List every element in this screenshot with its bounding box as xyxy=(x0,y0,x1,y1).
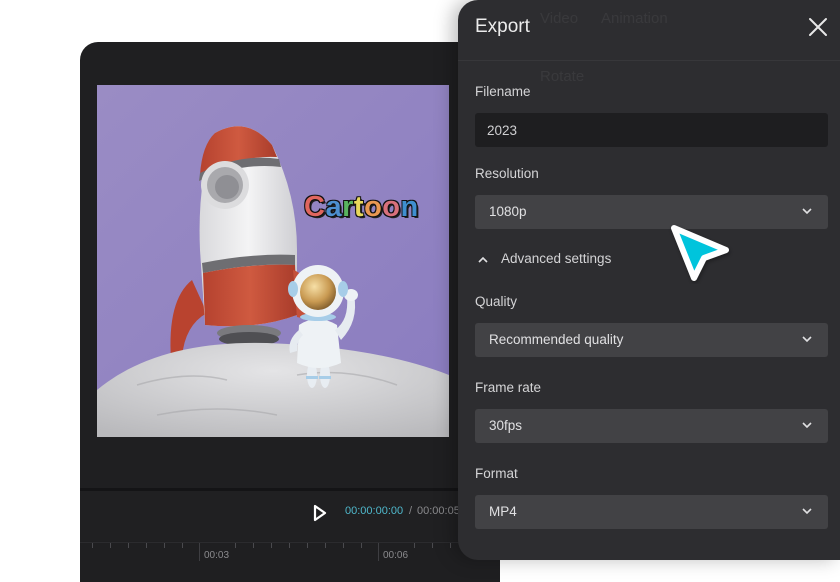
background-tab-animation: Animation xyxy=(601,10,668,27)
overlay-letter: t xyxy=(353,191,365,223)
ruler-tick xyxy=(414,543,415,548)
ruler-tick xyxy=(289,543,290,548)
export-panel: Video Animation Rotate Export Filename R… xyxy=(458,0,840,560)
close-icon xyxy=(809,18,827,36)
overlay-letter: o xyxy=(364,191,383,223)
chevron-up-icon xyxy=(478,256,488,263)
ruler-tick xyxy=(450,543,451,548)
overlay-letter: n xyxy=(400,191,419,223)
advanced-settings-toggle[interactable]: Advanced settings xyxy=(475,250,645,270)
overlay-letter: C xyxy=(304,191,326,223)
time-separator: / xyxy=(409,505,413,517)
frame-rate-select[interactable]: 30fps xyxy=(475,409,828,443)
resolution-label: Resolution xyxy=(475,166,539,181)
preview-scene-image xyxy=(97,85,449,437)
player-controls: 00:00:00:00 / 00:00:05 xyxy=(80,491,500,541)
quality-label: Quality xyxy=(475,294,518,309)
ruler-tick xyxy=(182,543,183,548)
format-select[interactable]: MP4 xyxy=(475,495,828,529)
ruler-tick xyxy=(271,543,272,548)
ruler-tick xyxy=(325,543,326,548)
chevron-down-icon xyxy=(802,508,812,515)
resolution-select[interactable]: 1080p xyxy=(475,195,828,229)
ruler-label: 00:03 xyxy=(204,550,230,561)
overlay-letter: o xyxy=(382,191,401,223)
video-editor-window: Cartoon 00:00:00:00 / 00:00:05 00:03 00:… xyxy=(80,42,500,582)
current-time: 00:00:00:00 xyxy=(345,505,404,517)
chevron-down-icon xyxy=(802,422,812,429)
frame-rate-label: Frame rate xyxy=(475,380,542,395)
ruler-tick xyxy=(307,543,308,548)
background-row-label: Rotate xyxy=(540,68,585,85)
ruler-label: 00:06 xyxy=(383,550,409,561)
filename-input[interactable] xyxy=(475,113,828,147)
ruler-tick xyxy=(92,543,93,548)
play-icon xyxy=(313,504,327,522)
play-button[interactable] xyxy=(312,504,328,522)
filename-label: Filename xyxy=(475,84,531,99)
advanced-settings-label: Advanced settings xyxy=(501,251,612,266)
overlay-letter: r xyxy=(342,191,354,223)
close-button[interactable] xyxy=(807,16,829,38)
chevron-down-icon xyxy=(802,336,812,343)
background-divider xyxy=(458,60,840,61)
ruler-tick-major xyxy=(199,543,200,561)
ruler-tick xyxy=(343,543,344,548)
ruler-tick-major xyxy=(378,543,379,561)
format-value: MP4 xyxy=(489,504,517,519)
ruler-tick xyxy=(361,543,362,548)
total-time: 00:00:05 xyxy=(417,505,460,517)
quality-select[interactable]: Recommended quality xyxy=(475,323,828,357)
background-tab-video: Video xyxy=(540,10,579,27)
video-preview[interactable]: Cartoon xyxy=(97,85,449,437)
chevron-down-icon xyxy=(802,208,812,215)
panel-title: Export xyxy=(475,16,530,37)
ruler-tick xyxy=(128,543,129,548)
resolution-value: 1080p xyxy=(489,204,527,219)
quality-value: Recommended quality xyxy=(489,332,624,347)
format-label: Format xyxy=(475,466,518,481)
overlay-letter: a xyxy=(325,191,343,223)
ruler-tick xyxy=(253,543,254,548)
frame-rate-value: 30fps xyxy=(489,418,523,433)
cartoon-text-overlay[interactable]: Cartoon xyxy=(304,191,419,224)
ruler-tick xyxy=(164,543,165,548)
ruler-tick xyxy=(432,543,433,548)
ruler-tick xyxy=(146,543,147,548)
ruler-tick xyxy=(235,543,236,548)
ruler-tick xyxy=(110,543,111,548)
timeline-ruler[interactable]: 00:03 00:06 xyxy=(80,542,500,582)
